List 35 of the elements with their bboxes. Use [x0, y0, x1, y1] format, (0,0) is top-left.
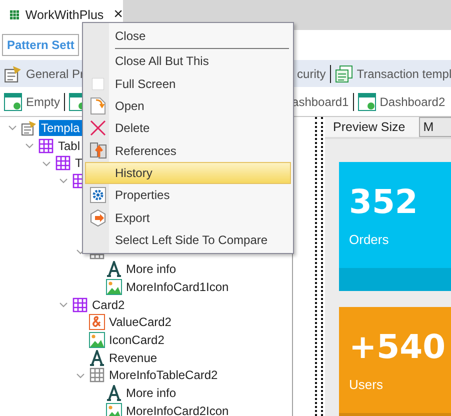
menu-item[interactable]: Full Screen [85, 72, 291, 95]
tree-item[interactable]: MoreInfoCard2Icon [124, 402, 231, 416]
tree-item[interactable]: Templa [39, 120, 82, 136]
preview-size-select[interactable]: M [419, 117, 451, 137]
menu-item[interactable]: Delete [85, 117, 291, 140]
stat-caption: Users [349, 377, 384, 392]
tree-item[interactable]: ValueCard2 [107, 314, 174, 330]
template-item[interactable]: Empty [26, 94, 60, 108]
preview-size-label: Preview Size [333, 120, 406, 134]
tree-item[interactable]: Card2 [90, 296, 127, 313]
stat-value: 352 [349, 182, 419, 222]
tree-item[interactable]: More info [124, 385, 178, 402]
menu-item[interactable]: Select Left Side To Compare [85, 228, 291, 251]
tree-item[interactable]: IconCard2 [107, 332, 166, 348]
template-item[interactable]: Dashboard2 [380, 94, 446, 108]
toolbar-item[interactable]: Transaction templ [356, 66, 451, 80]
tree-item[interactable]: Tabl [56, 138, 82, 154]
tree-item[interactable]: More info [124, 261, 178, 278]
menu-item[interactable]: Open [85, 94, 291, 118]
close-button[interactable]: × [114, 6, 123, 24]
menu-item[interactable]: Export [85, 206, 291, 229]
toolbar-item[interactable]: curity [297, 66, 326, 80]
tree-item[interactable]: MoreInfoTableCard2 [107, 367, 220, 384]
tab-title: WorkWithPlus [25, 8, 104, 22]
tree-item[interactable]: Revenue [107, 350, 160, 366]
menu-item[interactable]: History [85, 162, 291, 184]
menu-item[interactable]: Close All But This [85, 50, 291, 73]
tree-item[interactable]: T [73, 155, 84, 172]
stat-caption: Orders [349, 232, 390, 247]
menu-item[interactable]: References [85, 139, 291, 162]
document-tab[interactable]: WorkWithPlus × [0, 0, 123, 30]
template-item[interactable]: ashboard1 [292, 94, 349, 108]
tree-item[interactable]: MoreInfoCard1Icon [124, 279, 231, 296]
menu-item[interactable]: Properties [85, 184, 291, 206]
stat-value: +540 [349, 327, 446, 367]
